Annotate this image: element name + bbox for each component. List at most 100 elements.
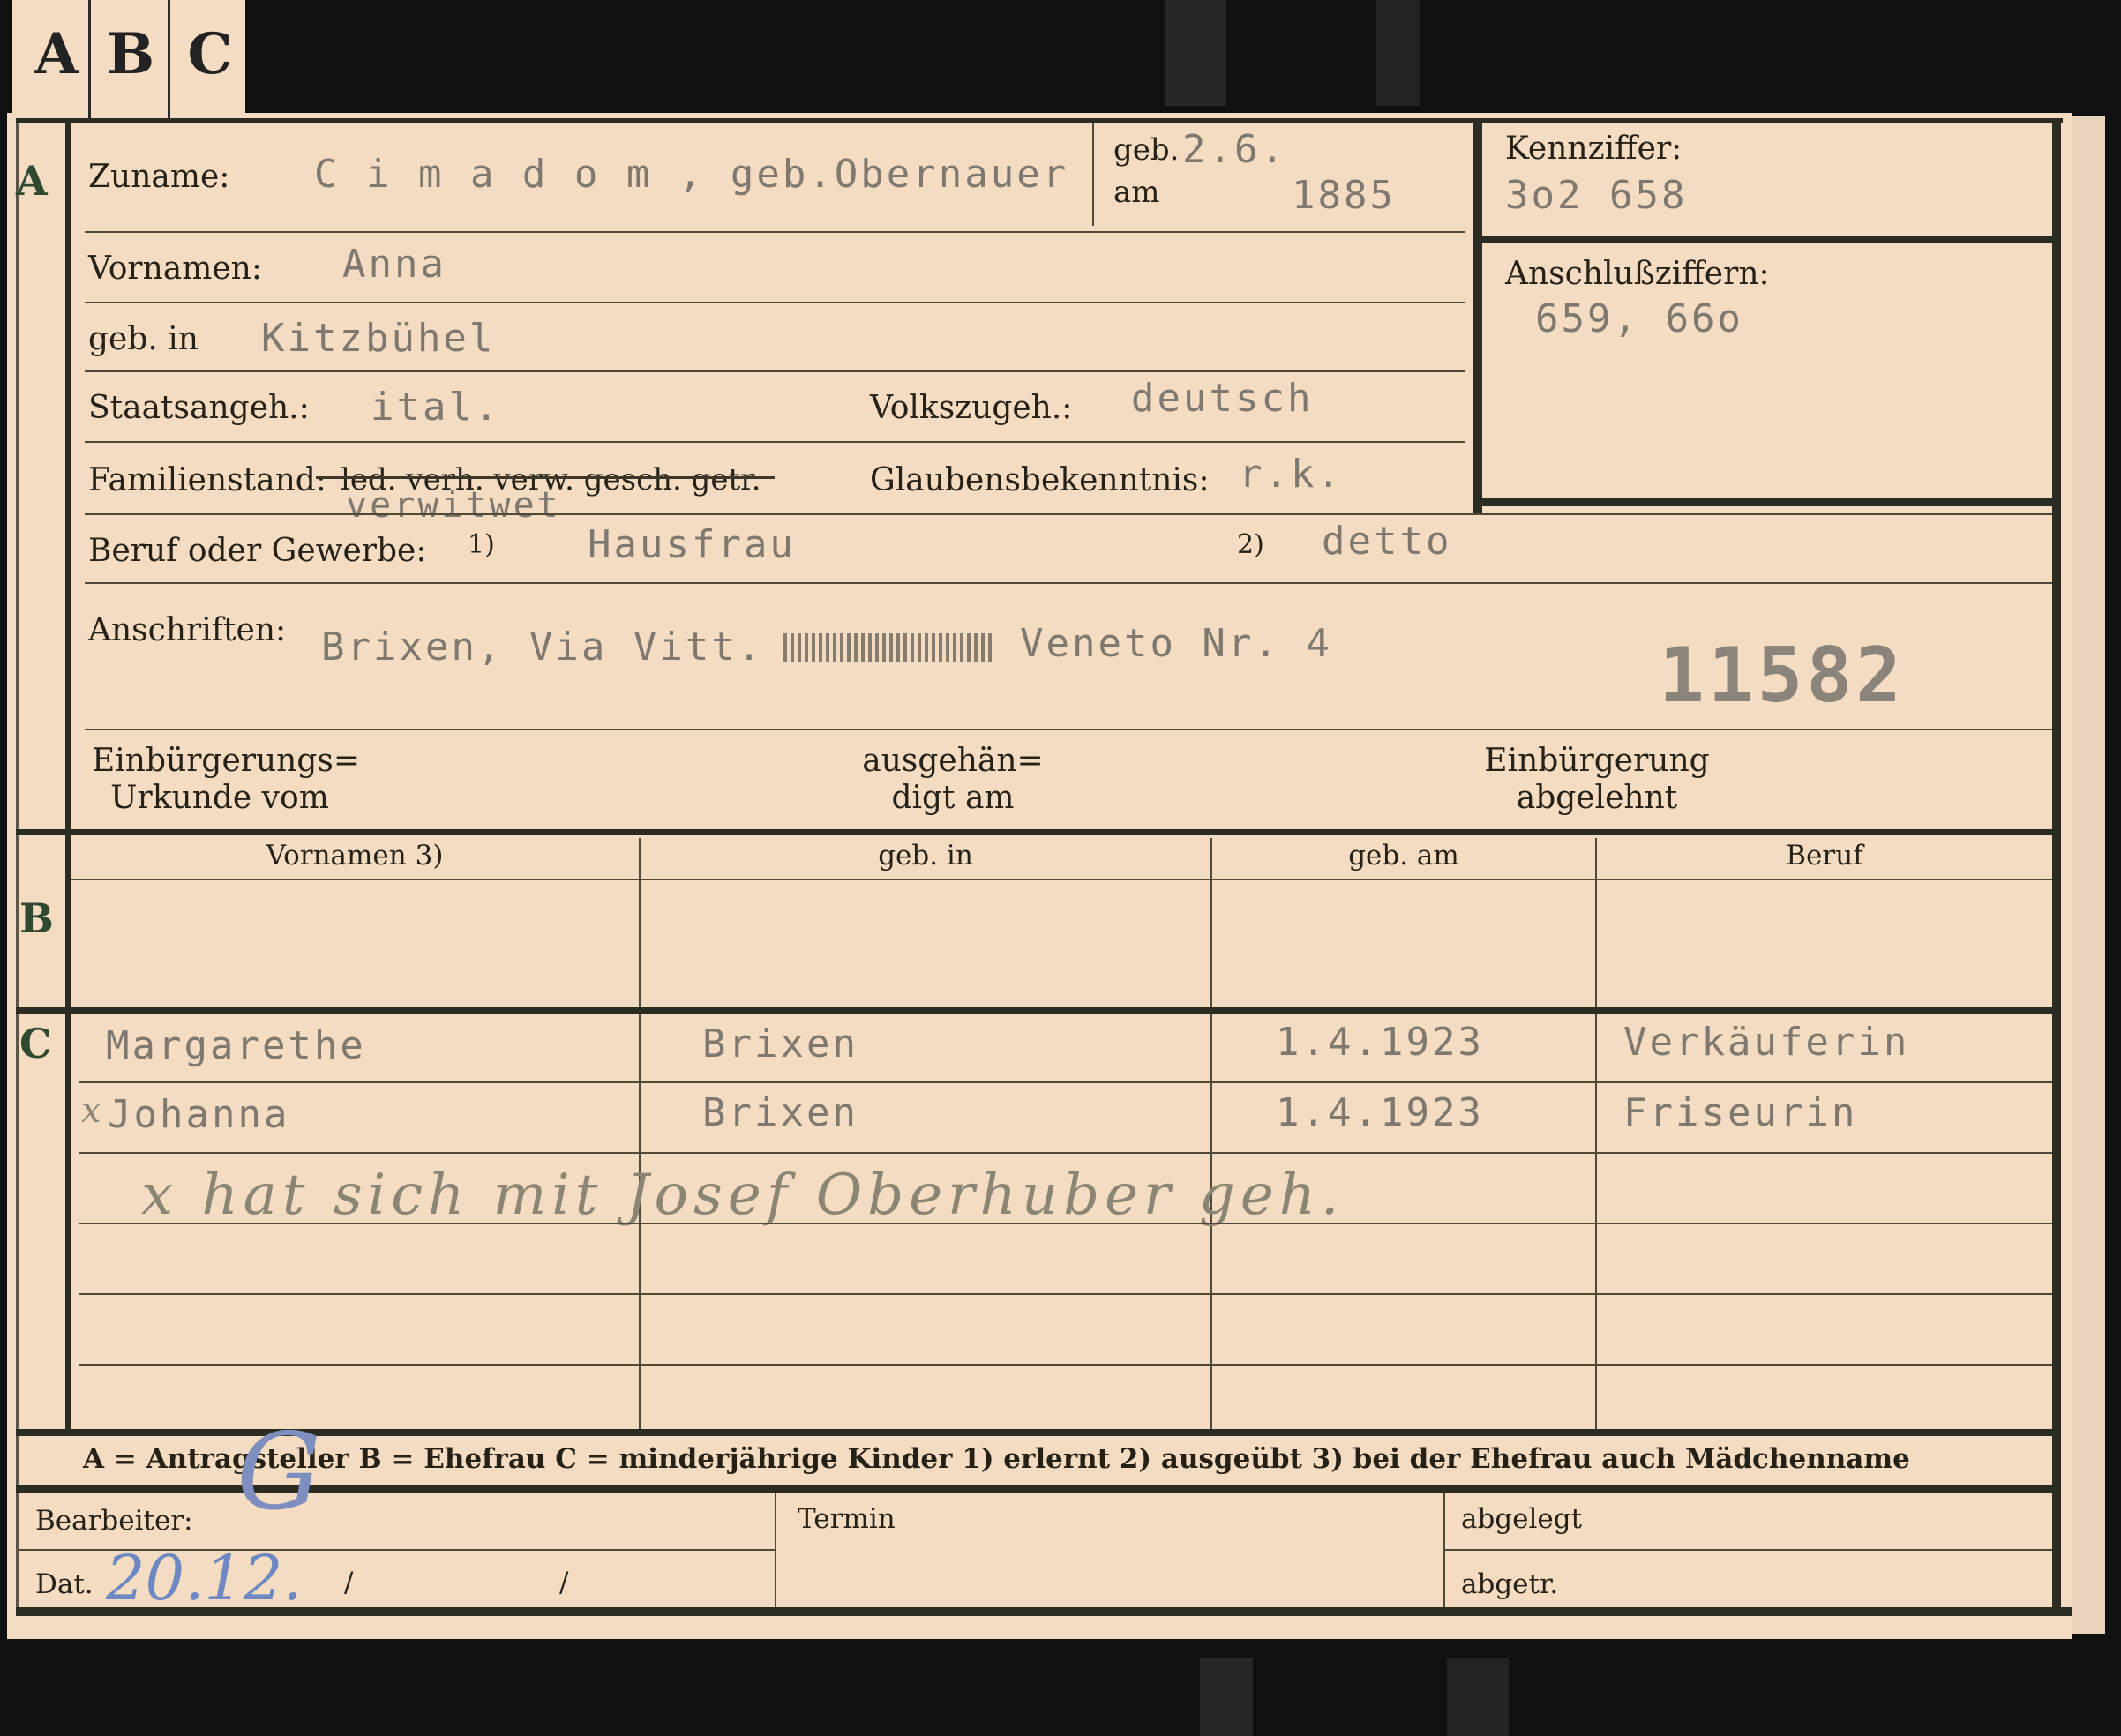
dat-label: Dat. bbox=[35, 1568, 94, 1600]
child-2-vornamen: Johanna bbox=[108, 1092, 290, 1137]
col-header-beruf: Beruf bbox=[1786, 840, 1863, 872]
row-line bbox=[79, 1293, 2052, 1295]
einbuergerungs-urkunde-label: Einbürgerungs= Urkunde vom bbox=[92, 743, 361, 816]
tab-strip: A B C bbox=[12, 0, 245, 118]
glaubens-label: Glaubensbekenntnis: bbox=[870, 462, 1210, 498]
section-c-top-rule bbox=[16, 1007, 2054, 1014]
staats-value: ital. bbox=[371, 385, 501, 430]
kennziffer-label: Kennziffer: bbox=[1505, 131, 1683, 167]
staats-label: Staatsangeh.: bbox=[88, 390, 310, 426]
child-2-beruf: Friseurin bbox=[1623, 1090, 1858, 1135]
row-line bbox=[79, 1223, 2052, 1224]
familien-overstrike bbox=[316, 476, 775, 479]
row-line bbox=[85, 582, 2052, 584]
legend-top-rule bbox=[16, 1429, 2054, 1436]
footer-row-line bbox=[1445, 1549, 2052, 1551]
glaubens-value: r.k. bbox=[1239, 452, 1343, 497]
child-2-gebam: 1.4.1923 bbox=[1276, 1090, 1484, 1135]
card-right-edge bbox=[2072, 116, 2105, 1634]
abgelegt-label: abgelegt bbox=[1461, 1503, 1583, 1535]
col-divider bbox=[1210, 838, 1212, 1434]
einbuergerung-abgelehnt-label: Einbürgerung abgelehnt bbox=[1484, 743, 1710, 816]
child-1-gebin: Brixen bbox=[702, 1021, 858, 1066]
col-header-gebam: geb. am bbox=[1348, 840, 1459, 872]
col-header-gebin: geb. in bbox=[878, 840, 973, 872]
legend-bottom-rule bbox=[16, 1485, 2054, 1493]
row-line bbox=[79, 1081, 2052, 1083]
volks-value: deutsch bbox=[1131, 376, 1314, 421]
tab-a: A bbox=[34, 21, 79, 87]
row-line bbox=[85, 370, 1465, 372]
child-2-marker: x bbox=[81, 1090, 101, 1131]
zuname-value: C i m a d o m , geb.Obernauer bbox=[314, 152, 1069, 197]
dat-slash-1: / bbox=[344, 1567, 354, 1598]
ausgehaendigt-label: ausgehän= digt am bbox=[862, 743, 1044, 816]
col-divider bbox=[1595, 838, 1597, 1434]
card-bottom-rule bbox=[16, 1607, 2072, 1616]
child-1-gebam: 1.4.1923 bbox=[1276, 1020, 1484, 1065]
tab-b: B bbox=[106, 21, 155, 87]
vornamen-value: Anna bbox=[342, 242, 446, 287]
scan-streak bbox=[1447, 1658, 1509, 1736]
abgetr-label: abgetr. bbox=[1461, 1568, 1559, 1600]
row-line bbox=[79, 1364, 2052, 1366]
geb-year-value: 1885 bbox=[1292, 173, 1396, 218]
familien-value: verwitwet bbox=[346, 485, 561, 526]
anschriften-value-end: Veneto Nr. 4 bbox=[1020, 621, 1332, 666]
kennziffer-box-left bbox=[1473, 118, 1482, 515]
zuname-label: Zuname: bbox=[88, 159, 230, 195]
anschluss-label: Anschlußziffern: bbox=[1505, 256, 1770, 292]
volks-label: Volkszugeh.: bbox=[870, 390, 1073, 426]
handwritten-note: x hat sich mit Josef Oberhuber geh. bbox=[141, 1163, 1345, 1228]
bearbeiter-label: Bearbeiter: bbox=[35, 1505, 193, 1537]
beruf-note-1: 1) bbox=[468, 529, 495, 560]
kennziffer-box-divider bbox=[1482, 236, 2056, 243]
stamp-number: 11582 bbox=[1659, 632, 1905, 720]
geb-divider bbox=[1092, 123, 1094, 226]
scan-streak bbox=[1200, 1658, 1253, 1736]
section-letter-c: C bbox=[19, 1020, 52, 1067]
kennziffer-box-bottom bbox=[1473, 498, 2056, 506]
beruf-note-2: 2) bbox=[1237, 529, 1264, 560]
row-line bbox=[85, 729, 2052, 730]
row-line bbox=[85, 302, 1465, 303]
am-label: am bbox=[1113, 175, 1160, 210]
vornamen-label: Vornamen: bbox=[88, 251, 262, 287]
child-1-vornamen: Margarethe bbox=[106, 1023, 366, 1068]
child-2-gebin: Brixen bbox=[702, 1090, 858, 1135]
gebin-value: Kitzbühel bbox=[261, 316, 496, 361]
geb-date-value: 2.6. bbox=[1182, 127, 1286, 172]
gebin-label: geb. in bbox=[88, 321, 199, 357]
dat-slash-2: / bbox=[559, 1567, 569, 1598]
legend: A = Antragsteller B = Ehefrau C = minder… bbox=[83, 1443, 1910, 1475]
row-line bbox=[85, 513, 2052, 515]
scan-streak bbox=[1376, 0, 1420, 106]
beruf-label: Beruf oder Gewerbe: bbox=[88, 533, 427, 569]
outer-left-rule bbox=[16, 123, 19, 1614]
section-letter-a: A bbox=[16, 157, 48, 205]
anschriften-label: Anschriften: bbox=[88, 612, 287, 648]
anschriften-overtype bbox=[783, 633, 995, 662]
left-rule bbox=[65, 118, 71, 1429]
tab-divider bbox=[88, 0, 91, 118]
row-line bbox=[85, 441, 1465, 443]
right-rule bbox=[2052, 118, 2061, 1609]
familien-label: Familienstand: bbox=[88, 462, 326, 498]
anschluss-value: 659, 66o bbox=[1535, 296, 1743, 341]
tab-divider bbox=[168, 0, 170, 118]
section-letter-b: B bbox=[19, 894, 54, 942]
beruf-value-2: detto bbox=[1322, 519, 1452, 564]
kennziffer-value: 3o2 658 bbox=[1505, 173, 1688, 218]
beruf-value-1: Hausfrau bbox=[588, 522, 796, 567]
geb-label: geb. bbox=[1113, 132, 1180, 168]
col-divider bbox=[639, 838, 641, 1434]
child-1-beruf: Verkäuferin bbox=[1623, 1020, 1910, 1065]
bearbeiter-signature: G bbox=[236, 1411, 321, 1534]
row-line bbox=[85, 231, 1465, 233]
tab-c: C bbox=[187, 21, 233, 87]
col-header-vornamen: Vornamen 3) bbox=[266, 840, 444, 872]
anschriften-value: Brixen, Via Vitt. bbox=[321, 625, 764, 670]
dat-value: 20.12. bbox=[106, 1542, 303, 1614]
scan-streak bbox=[1165, 0, 1226, 106]
row-line bbox=[79, 1152, 2052, 1154]
